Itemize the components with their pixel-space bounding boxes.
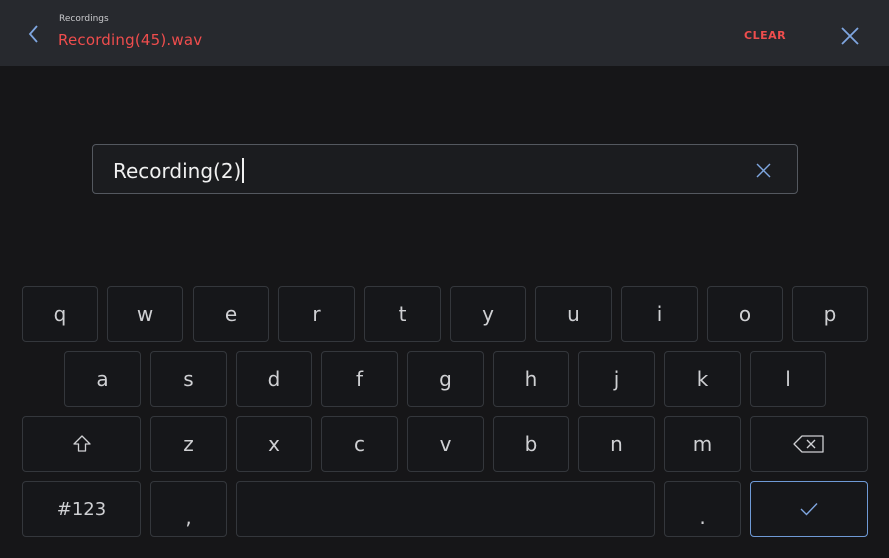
key-r[interactable]: r xyxy=(278,286,355,342)
key-b[interactable]: b xyxy=(493,416,569,472)
clear-button[interactable]: CLEAR xyxy=(744,29,786,42)
page-title: Recording(45).wav xyxy=(58,31,203,49)
close-button[interactable] xyxy=(838,24,862,48)
breadcrumb: Recordings xyxy=(59,14,109,24)
key-h[interactable]: h xyxy=(493,351,569,407)
checkmark-icon xyxy=(800,503,818,516)
enter-key[interactable] xyxy=(750,481,868,537)
key-z[interactable]: z xyxy=(150,416,227,472)
top-bar: Recordings Recording(45).wav CLEAR xyxy=(0,0,889,66)
key-k[interactable]: k xyxy=(664,351,741,407)
key-period[interactable]: . xyxy=(664,481,741,537)
key-g[interactable]: g xyxy=(407,351,484,407)
key-c[interactable]: c xyxy=(321,416,398,472)
filename-value: Recording(2) xyxy=(113,159,242,183)
key-e[interactable]: e xyxy=(193,286,269,342)
close-icon xyxy=(756,163,771,178)
input-clear-button[interactable] xyxy=(755,162,772,179)
filename-input-text: Recording(2) xyxy=(113,158,245,183)
key-o[interactable]: o xyxy=(707,286,783,342)
backspace-key[interactable] xyxy=(750,416,868,472)
key-l[interactable]: l xyxy=(750,351,826,407)
key-comma[interactable]: , xyxy=(150,481,227,537)
space-key[interactable] xyxy=(236,481,655,537)
text-caret xyxy=(242,158,245,183)
key-d[interactable]: d xyxy=(236,351,312,407)
key-j[interactable]: j xyxy=(578,351,655,407)
key-s[interactable]: s xyxy=(150,351,227,407)
key-t[interactable]: t xyxy=(364,286,441,342)
key-u[interactable]: u xyxy=(535,286,612,342)
backspace-icon xyxy=(793,435,824,453)
key-y[interactable]: y xyxy=(450,286,526,342)
filename-input[interactable]: Recording(2) xyxy=(92,144,798,194)
key-m[interactable]: m xyxy=(664,416,741,472)
key-v[interactable]: v xyxy=(407,416,484,472)
key-q[interactable]: q xyxy=(22,286,98,342)
key-x[interactable]: x xyxy=(236,416,312,472)
key-p[interactable]: p xyxy=(792,286,868,342)
key-i[interactable]: i xyxy=(621,286,698,342)
chevron-left-icon xyxy=(28,25,38,43)
key-a[interactable]: a xyxy=(64,351,141,407)
key-n[interactable]: n xyxy=(578,416,655,472)
close-icon xyxy=(841,27,859,45)
symbols-key[interactable]: #123 xyxy=(22,481,141,537)
key-w[interactable]: w xyxy=(107,286,183,342)
shift-icon xyxy=(72,435,91,452)
key-f[interactable]: f xyxy=(321,351,398,407)
back-button[interactable] xyxy=(22,22,46,46)
shift-key[interactable] xyxy=(22,416,141,472)
